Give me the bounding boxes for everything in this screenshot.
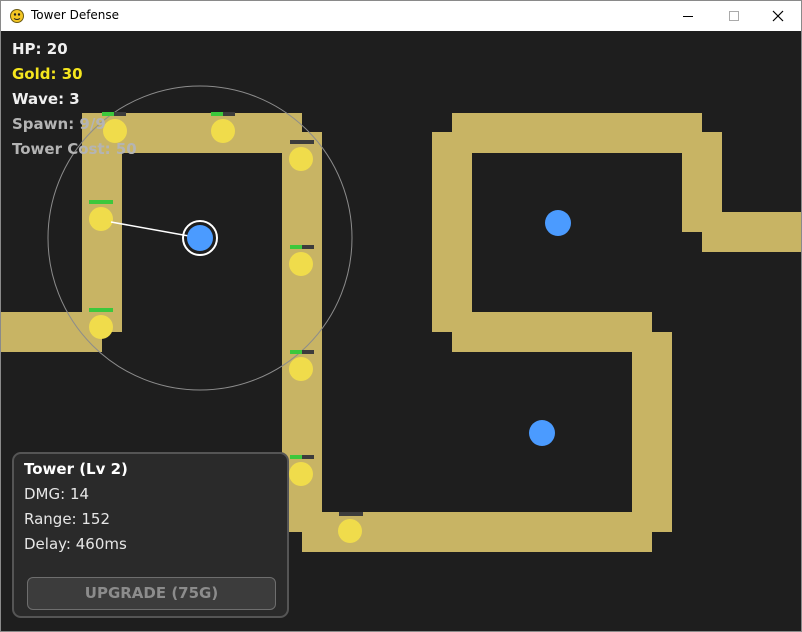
game-canvas[interactable]: HP: 20 Gold: 30 Wave: 3 Spawn: 9/9 Tower… (1, 31, 801, 631)
path-segment (432, 132, 472, 332)
enemy-health-bar (339, 512, 363, 516)
wave-counter: Wave: 3 (12, 90, 80, 108)
enemy-body (289, 252, 313, 276)
enemy-body (289, 462, 313, 486)
upgrade-button[interactable]: UPGRADE (75G) (27, 577, 276, 610)
tower-body (187, 225, 213, 251)
minimize-icon (683, 16, 693, 17)
window-title: Tower Defense (31, 8, 120, 22)
enemy-health-bar (290, 140, 314, 144)
tower-selected[interactable] (182, 220, 218, 256)
path-segment (632, 332, 672, 532)
enemy-health-fill (290, 245, 302, 249)
tower-panel-title: Tower (Lv 2) (24, 460, 128, 478)
enemy-body (289, 357, 313, 381)
tower[interactable] (545, 210, 571, 236)
tower-attack-beam (110, 221, 201, 239)
spawn-counter: Spawn: 9/9 (12, 115, 106, 133)
minimize-button[interactable] (665, 1, 711, 31)
enemy-body (211, 119, 235, 143)
tower-cost-label: Tower Cost: 50 (12, 140, 137, 158)
game-window: Tower Defense HP: 20 Gold: 30 Wave: 3 Sp… (0, 0, 802, 632)
maximize-button[interactable] (711, 1, 757, 31)
path-segment (452, 113, 702, 153)
enemy-health-bar (89, 308, 113, 312)
enemy-health-fill (290, 455, 302, 459)
pygame-snake-icon (10, 9, 24, 23)
enemy-health-bar (89, 200, 113, 204)
gold-counter: Gold: 30 (12, 65, 83, 83)
enemy-body (89, 207, 113, 231)
close-icon (772, 10, 784, 22)
enemy-health-fill (211, 112, 223, 116)
close-button[interactable] (755, 1, 801, 31)
enemy-health-fill (290, 350, 302, 354)
maximize-icon (729, 11, 739, 21)
enemy-body (338, 519, 362, 543)
path-segment (452, 312, 652, 352)
enemy-body (289, 147, 313, 171)
hp-counter: HP: 20 (12, 40, 68, 58)
title-bar[interactable]: Tower Defense (1, 1, 801, 31)
tower-range-stat: Range: 152 (24, 510, 110, 528)
tower[interactable] (529, 420, 555, 446)
tower-delay-stat: Delay: 460ms (24, 535, 127, 553)
tower-damage-stat: DMG: 14 (24, 485, 90, 503)
enemy-body (89, 315, 113, 339)
tower-info-panel: Tower (Lv 2) DMG: 14 Range: 152 Delay: 4… (12, 452, 289, 618)
path-segment (702, 212, 801, 252)
